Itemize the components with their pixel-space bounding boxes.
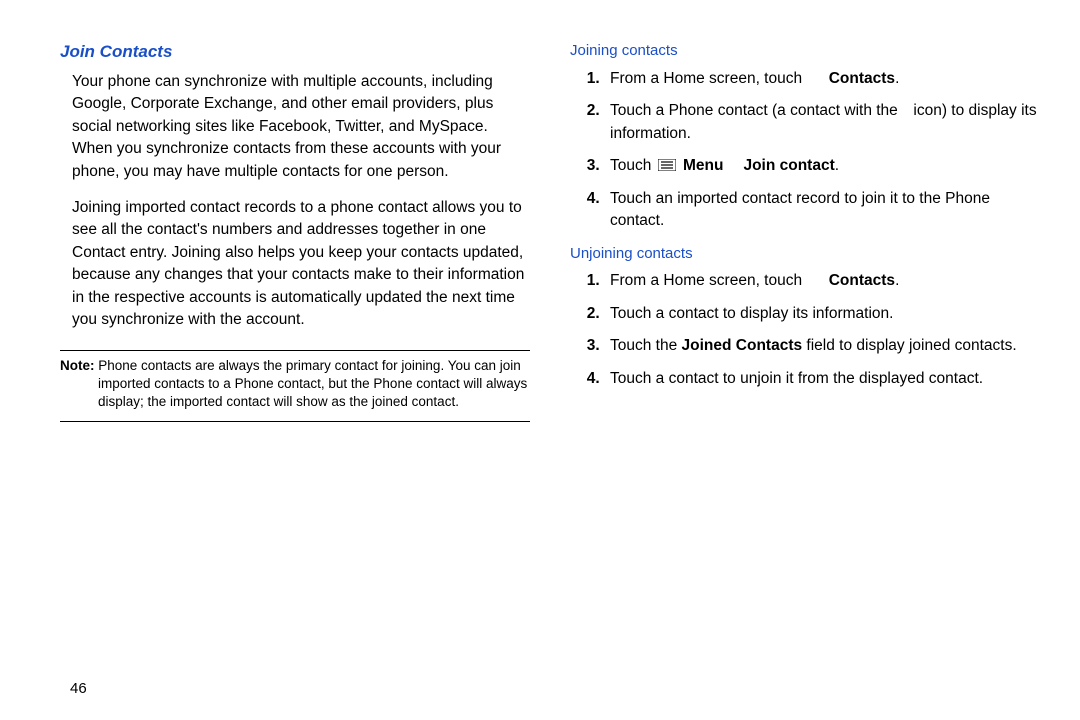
unjoin-step-2: Touch a contact to display its informati… bbox=[604, 303, 1040, 325]
unjoin-step-4: Touch a contact to unjoin it from the di… bbox=[604, 368, 1040, 390]
ustep3-c: field to display joined contacts. bbox=[802, 337, 1017, 354]
note-label: Note: bbox=[60, 358, 95, 373]
step3-menu-label: Menu bbox=[683, 157, 723, 174]
ustep3-joined-contacts: Joined Contacts bbox=[682, 337, 803, 354]
join-step-3: Touch Menu Join contact. bbox=[604, 155, 1040, 177]
unjoin-step-1: From a Home screen, touch Contacts. bbox=[604, 270, 1040, 292]
unjoin-step-3: Touch the Joined Contacts field to displ… bbox=[604, 335, 1040, 357]
note-body-first: Phone contacts are always the primary co… bbox=[98, 358, 521, 373]
right-column: Joining contacts From a Home screen, tou… bbox=[570, 40, 1040, 680]
step3-period: . bbox=[835, 157, 839, 174]
ustep1-period: . bbox=[895, 272, 899, 289]
join-step-1: From a Home screen, touch Contacts. bbox=[604, 68, 1040, 90]
intro-para-2: Joining imported contact records to a ph… bbox=[72, 197, 530, 332]
subheading-unjoining: Unjoining contacts bbox=[570, 243, 1040, 265]
ustep3-a: Touch the bbox=[610, 337, 682, 354]
join-step-4: Touch an imported contact record to join… bbox=[604, 188, 1040, 233]
section-title-join-contacts: Join Contacts bbox=[60, 40, 530, 65]
app-icon-placeholder-2 bbox=[806, 273, 824, 287]
step1-period: . bbox=[895, 70, 899, 87]
ustep1-contacts: Contacts bbox=[829, 272, 895, 289]
step1-text-a: From a Home screen, touch bbox=[610, 70, 806, 87]
note-block: Note: Phone contacts are always the prim… bbox=[60, 350, 530, 423]
join-step-2: Touch a Phone contact (a contact with th… bbox=[604, 100, 1040, 145]
app-icon-placeholder bbox=[806, 71, 824, 85]
unjoining-steps: From a Home screen, touch Contacts. Touc… bbox=[570, 270, 1040, 390]
note-text: Note: Phone contacts are always the prim… bbox=[60, 357, 530, 412]
page-body: Join Contacts Your phone can synchronize… bbox=[0, 0, 1080, 680]
step1-contacts: Contacts bbox=[829, 70, 895, 87]
note-body-rest: imported contacts to a Phone contact, bu… bbox=[98, 375, 530, 411]
step3-join-contact: Join contact bbox=[743, 157, 834, 174]
subheading-joining: Joining contacts bbox=[570, 40, 1040, 62]
step2-text-a: Touch a Phone contact (a contact with th… bbox=[610, 102, 902, 119]
intro-para-1: Your phone can synchronize with multiple… bbox=[72, 71, 530, 183]
step3-touch: Touch bbox=[610, 157, 656, 174]
joining-steps: From a Home screen, touch Contacts. Touc… bbox=[570, 68, 1040, 233]
left-column: Join Contacts Your phone can synchronize… bbox=[60, 40, 530, 680]
menu-icon bbox=[658, 159, 676, 171]
ustep1-text-a: From a Home screen, touch bbox=[610, 272, 806, 289]
page-number: 46 bbox=[70, 680, 87, 697]
